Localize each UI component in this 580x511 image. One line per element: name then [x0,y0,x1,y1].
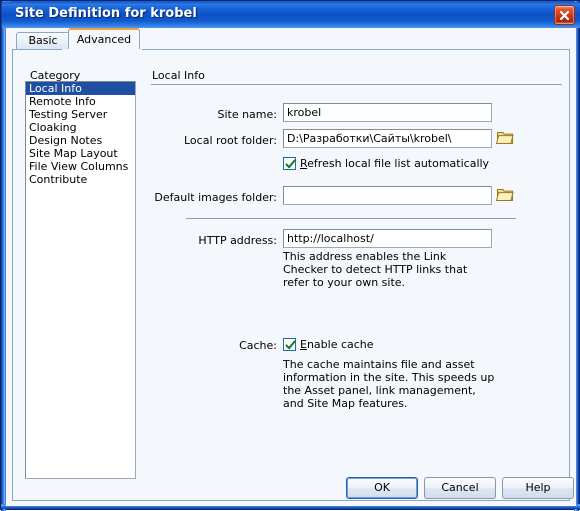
checkmark-icon [285,340,296,350]
category-item-local-info[interactable]: Local Info [26,82,135,95]
tab-panel-notch [62,49,142,50]
http-address-input[interactable]: http://localhost/ [283,229,492,248]
window-title: Site Definition for krobel [15,6,197,21]
local-root-folder-label: Local root folder: [183,134,277,147]
tab-basic[interactable]: Basic [16,32,70,50]
enable-cache-checkbox[interactable] [283,338,296,351]
folder-icon [495,132,514,144]
local-root-folder-input[interactable]: D:\Разработки\Сайты\krobel\ [283,129,492,148]
section-title: Local Info [152,69,205,82]
site-name-label: Site name: [217,108,277,121]
section-divider [151,84,562,85]
dialog-body: Basic Advanced Category Local Info Remot… [6,28,576,506]
category-item-site-map-layout[interactable]: Site Map Layout [26,147,135,160]
category-item-remote-info[interactable]: Remote Info [26,95,135,108]
dialog-window: Site Definition for krobel Basic Advance… [0,0,580,511]
site-name-input[interactable]: krobel [283,103,492,122]
category-item-cloaking[interactable]: Cloaking [26,121,135,134]
cache-help-text: The cache maintains file and asset infor… [283,358,495,410]
category-item-contribute[interactable]: Contribute [26,173,135,186]
enable-cache-label: Enable cache [300,338,374,351]
refresh-label-rest: efresh local file list automatically [307,157,490,170]
category-listbox[interactable]: Local Info Remote Info Testing Server Cl… [25,81,136,479]
tab-advanced[interactable]: Advanced [68,28,140,50]
refresh-local-file-list-label: Refresh local file list automatically [300,157,489,170]
category-item-testing-server[interactable]: Testing Server [26,108,135,121]
tab-strip: Basic Advanced [6,28,576,50]
http-address-label: HTTP address: [198,234,277,247]
checkmark-icon [285,159,296,169]
close-button[interactable] [554,5,575,25]
cache-label-rest: nable cache [306,338,374,351]
default-images-folder-input[interactable] [283,186,492,205]
local-root-folder-browse-button[interactable] [495,129,515,146]
ok-button[interactable]: OK [346,477,418,499]
folder-icon [495,189,514,201]
refresh-local-file-list-checkbox[interactable] [283,157,296,170]
http-section-divider [186,218,516,219]
cache-accel-char: E [300,338,307,351]
default-images-folder-label: Default images folder: [154,191,277,204]
default-images-folder-browse-button[interactable] [495,186,515,203]
category-item-file-view-columns[interactable]: File View Columns [26,160,135,173]
category-item-design-notes[interactable]: Design Notes [26,134,135,147]
close-icon [559,10,570,21]
cache-label: Cache: [239,339,277,352]
title-bar[interactable]: Site Definition for krobel [2,2,580,28]
cancel-button[interactable]: Cancel [424,477,496,499]
http-address-help-text: This address enables the Link Checker to… [283,250,468,289]
help-button[interactable]: Help [502,477,574,499]
